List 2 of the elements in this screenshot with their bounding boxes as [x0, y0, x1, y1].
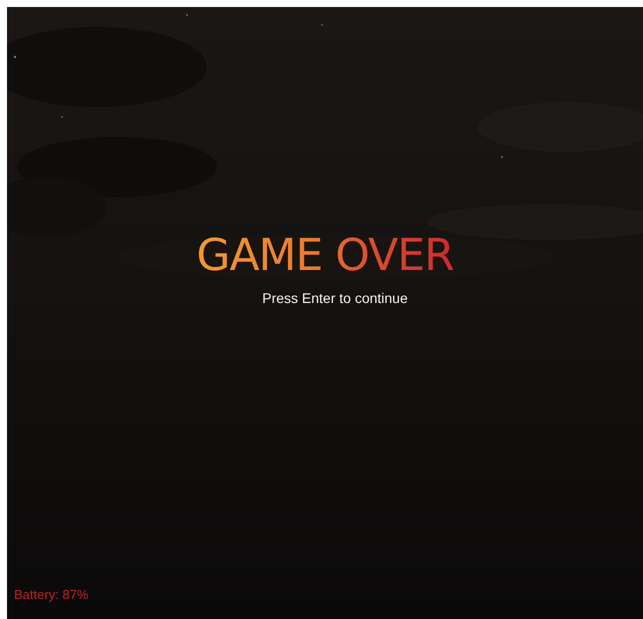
continue-prompt: Press Enter to continue: [262, 289, 408, 308]
battery-level-text: Battery: 87%: [14, 586, 88, 604]
